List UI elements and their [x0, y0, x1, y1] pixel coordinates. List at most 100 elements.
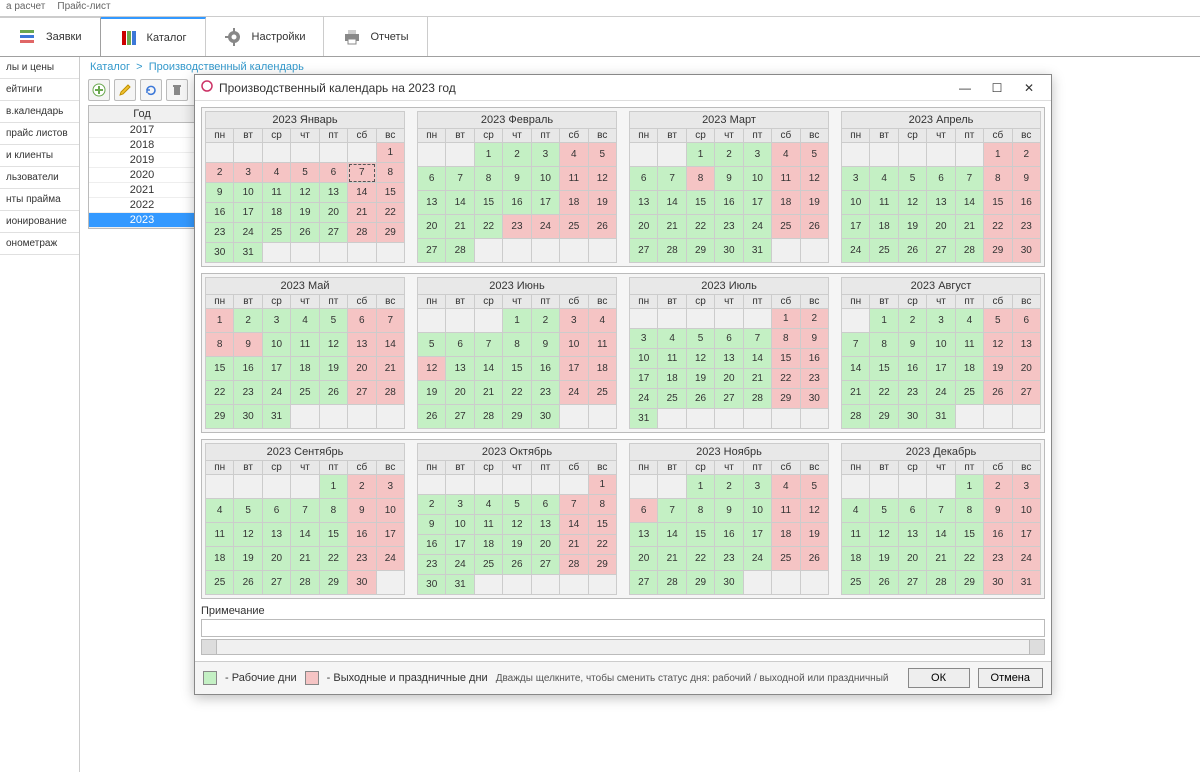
day-cell[interactable]: 25 [206, 571, 234, 595]
day-cell[interactable]: 18 [658, 369, 686, 389]
day-cell[interactable]: 22 [588, 535, 616, 555]
day-cell[interactable]: 24 [560, 381, 588, 405]
day-cell[interactable]: 22 [376, 203, 404, 223]
day-cell[interactable]: 1 [686, 143, 714, 167]
sidebar-item[interactable]: лы и цены [0, 57, 79, 79]
day-cell[interactable]: 5 [898, 167, 926, 191]
day-cell[interactable]: 11 [291, 333, 319, 357]
day-cell[interactable]: 22 [319, 547, 347, 571]
day-cell[interactable]: 14 [658, 191, 686, 215]
day-cell[interactable]: 10 [743, 167, 771, 191]
day-cell[interactable]: 24 [234, 223, 262, 243]
day-cell[interactable]: 3 [842, 167, 870, 191]
day-cell[interactable]: 19 [800, 191, 828, 215]
day-cell[interactable]: 30 [898, 405, 926, 429]
day-cell[interactable]: 23 [503, 215, 531, 239]
day-cell[interactable]: 18 [291, 357, 319, 381]
day-cell[interactable]: 6 [630, 167, 658, 191]
day-cell[interactable]: 18 [842, 547, 870, 571]
day-cell[interactable]: 27 [715, 389, 743, 409]
day-cell[interactable]: 27 [1012, 381, 1040, 405]
day-cell[interactable]: 7 [955, 167, 983, 191]
maximize-button[interactable]: ☐ [981, 77, 1013, 99]
day-cell[interactable]: 16 [984, 523, 1012, 547]
day-cell[interactable]: 19 [234, 547, 262, 571]
day-cell[interactable]: 28 [842, 405, 870, 429]
day-cell[interactable]: 13 [1012, 333, 1040, 357]
day-cell[interactable]: 25 [658, 389, 686, 409]
day-cell[interactable]: 1 [984, 143, 1012, 167]
day-cell[interactable]: 25 [588, 381, 616, 405]
sidebar-item[interactable]: в.календарь [0, 101, 79, 123]
day-cell[interactable]: 3 [531, 143, 559, 167]
day-cell[interactable]: 23 [715, 547, 743, 571]
day-cell[interactable]: 13 [319, 183, 347, 203]
day-cell[interactable]: 20 [715, 369, 743, 389]
day-cell[interactable]: 1 [772, 309, 800, 329]
day-cell[interactable]: 7 [927, 499, 955, 523]
day-cell[interactable]: 5 [418, 333, 446, 357]
day-cell[interactable]: 25 [955, 381, 983, 405]
day-cell[interactable]: 17 [234, 203, 262, 223]
day-cell[interactable]: 5 [800, 475, 828, 499]
day-cell[interactable]: 9 [234, 333, 262, 357]
day-cell[interactable]: 2 [715, 143, 743, 167]
year-row[interactable]: 2022 [89, 198, 195, 213]
day-cell[interactable]: 24 [531, 215, 559, 239]
day-cell[interactable]: 1 [206, 309, 234, 333]
day-cell[interactable]: 2 [531, 309, 559, 333]
day-cell[interactable]: 27 [531, 555, 559, 575]
day-cell[interactable]: 13 [630, 191, 658, 215]
day-cell[interactable]: 13 [262, 523, 290, 547]
day-cell[interactable]: 7 [291, 499, 319, 523]
day-cell[interactable]: 17 [842, 215, 870, 239]
day-cell[interactable]: 5 [503, 495, 531, 515]
day-cell[interactable]: 9 [206, 183, 234, 203]
day-cell[interactable]: 29 [206, 405, 234, 429]
day-cell[interactable]: 14 [927, 523, 955, 547]
day-cell[interactable]: 20 [630, 215, 658, 239]
day-cell[interactable]: 9 [418, 515, 446, 535]
day-cell[interactable]: 4 [560, 143, 588, 167]
day-cell[interactable]: 15 [206, 357, 234, 381]
day-cell[interactable]: 20 [531, 535, 559, 555]
day-cell[interactable]: 8 [474, 167, 502, 191]
day-cell[interactable]: 16 [1012, 191, 1040, 215]
sidebar-item[interactable]: льзователи [0, 167, 79, 189]
day-cell[interactable]: 12 [588, 167, 616, 191]
day-cell[interactable]: 26 [898, 239, 926, 263]
day-cell[interactable]: 14 [291, 523, 319, 547]
day-cell[interactable]: 7 [658, 167, 686, 191]
day-cell[interactable]: 12 [418, 357, 446, 381]
day-cell[interactable]: 30 [715, 239, 743, 263]
day-cell[interactable]: 24 [927, 381, 955, 405]
day-cell[interactable]: 1 [955, 475, 983, 499]
day-cell[interactable]: 13 [630, 523, 658, 547]
day-cell[interactable]: 18 [560, 191, 588, 215]
day-cell[interactable]: 16 [898, 357, 926, 381]
day-cell[interactable]: 30 [234, 405, 262, 429]
day-cell[interactable]: 10 [1012, 499, 1040, 523]
sidebar-item[interactable]: ейтинги [0, 79, 79, 101]
day-cell[interactable]: 22 [474, 215, 502, 239]
day-cell[interactable]: 30 [206, 243, 234, 263]
day-cell[interactable]: 21 [446, 215, 474, 239]
day-cell[interactable]: 4 [206, 499, 234, 523]
day-cell[interactable]: 18 [772, 523, 800, 547]
day-cell[interactable]: 6 [418, 167, 446, 191]
year-row[interactable]: 2017 [89, 123, 195, 138]
day-cell[interactable]: 15 [984, 191, 1012, 215]
day-cell[interactable]: 16 [503, 191, 531, 215]
day-cell[interactable]: 20 [898, 547, 926, 571]
day-cell[interactable]: 8 [376, 163, 404, 183]
day-cell[interactable]: 1 [376, 143, 404, 163]
cancel-button[interactable]: Отмена [978, 668, 1043, 688]
day-cell[interactable]: 12 [291, 183, 319, 203]
day-cell[interactable]: 24 [743, 215, 771, 239]
day-cell[interactable]: 20 [418, 215, 446, 239]
day-cell[interactable]: 17 [630, 369, 658, 389]
day-cell[interactable]: 18 [262, 203, 290, 223]
day-cell[interactable]: 3 [927, 309, 955, 333]
day-cell[interactable]: 13 [446, 357, 474, 381]
year-row[interactable]: 2019 [89, 153, 195, 168]
